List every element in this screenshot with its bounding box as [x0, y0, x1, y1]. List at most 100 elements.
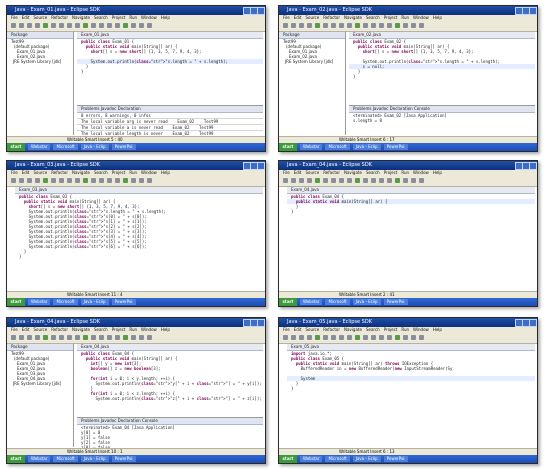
toolbar-icon[interactable] — [139, 178, 144, 183]
menu-item-refactor[interactable]: Refactor — [323, 327, 340, 332]
taskbar-button[interactable]: Webstar — [28, 299, 51, 305]
menu-item-run[interactable]: Run — [401, 170, 409, 175]
toolbar-icon[interactable] — [347, 335, 352, 340]
toolbar-icon[interactable] — [83, 178, 88, 183]
menu-item-project[interactable]: Project — [112, 170, 126, 175]
menu-item-refactor[interactable]: Refactor — [51, 327, 68, 332]
toolbar-icon[interactable] — [75, 178, 80, 183]
menu-item-source[interactable]: Source — [305, 170, 319, 175]
menu-item-help[interactable]: Help — [433, 170, 442, 175]
toolbar-icon[interactable] — [139, 335, 144, 340]
toolbar-icon[interactable] — [59, 23, 64, 28]
taskbar-button[interactable]: Webstar — [300, 144, 323, 150]
menu-item-search[interactable]: Search — [94, 170, 108, 175]
toolbar-icon[interactable] — [379, 23, 384, 28]
taskbar-button[interactable]: Webstar — [300, 299, 323, 305]
toolbar-icon[interactable] — [99, 23, 104, 28]
toolbar-icon[interactable] — [323, 23, 328, 28]
taskbar-button[interactable]: PowerPoi — [111, 299, 136, 305]
toolbar-icon[interactable] — [67, 178, 72, 183]
package-explorer-tab[interactable]: Package — [279, 32, 345, 39]
menu-item-search[interactable]: Search — [366, 327, 380, 332]
taskbar-button[interactable]: Java - Eclip — [80, 144, 109, 150]
toolbar-icon[interactable] — [363, 178, 368, 183]
toolbar-icon[interactable] — [115, 335, 120, 340]
toolbar-icon[interactable] — [115, 23, 120, 28]
toolbar-icon[interactable] — [51, 178, 56, 183]
toolbar-icon[interactable] — [19, 23, 24, 28]
menu-item-edit[interactable]: Edit — [22, 15, 30, 20]
menu-item-edit[interactable]: Edit — [294, 327, 302, 332]
toolbar-icon[interactable] — [363, 23, 368, 28]
taskbar-button[interactable]: Java - Eclip — [352, 299, 381, 305]
toolbar-icon[interactable] — [411, 178, 416, 183]
taskbar-button[interactable]: Webstar — [28, 144, 51, 150]
taskbar-button[interactable]: Java - Eclip — [352, 144, 381, 150]
toolbar-icon[interactable] — [419, 335, 424, 340]
toolbar-icon[interactable] — [371, 335, 376, 340]
toolbar-icon[interactable] — [51, 23, 56, 28]
taskbar-button[interactable]: Microsoft — [53, 144, 78, 150]
toolbar-icon[interactable] — [107, 23, 112, 28]
taskbar-button[interactable]: Webstar — [28, 456, 51, 462]
toolbar-icon[interactable] — [371, 178, 376, 183]
toolbar-icon[interactable] — [283, 178, 288, 183]
toolbar-icon[interactable] — [83, 335, 88, 340]
toolbar-icon[interactable] — [91, 178, 96, 183]
menu-item-file[interactable]: File — [11, 15, 18, 20]
menu-item-refactor[interactable]: Refactor — [51, 170, 68, 175]
menu-item-edit[interactable]: Edit — [294, 170, 302, 175]
toolbar-icon[interactable] — [363, 335, 368, 340]
start-button[interactable]: start — [279, 298, 297, 306]
editor-tab[interactable]: Exam_04.java — [77, 344, 263, 351]
toolbar-icon[interactable] — [131, 178, 136, 183]
menu-item-run[interactable]: Run — [129, 170, 137, 175]
toolbar-icon[interactable] — [107, 335, 112, 340]
menu-item-run[interactable]: Run — [401, 15, 409, 20]
menu-item-window[interactable]: Window — [413, 170, 429, 175]
toolbar-icon[interactable] — [371, 23, 376, 28]
toolbar-icon[interactable] — [283, 23, 288, 28]
taskbar-button[interactable]: PowerPoi — [383, 144, 408, 150]
toolbar-icon[interactable] — [403, 23, 408, 28]
close-button[interactable] — [529, 319, 537, 327]
toolbar-icon[interactable] — [315, 178, 320, 183]
start-button[interactable]: start — [7, 455, 25, 463]
toolbar-icon[interactable] — [403, 178, 408, 183]
package-explorer-tab[interactable]: Package — [7, 344, 73, 351]
toolbar-icon[interactable] — [43, 178, 48, 183]
toolbar-icon[interactable] — [307, 23, 312, 28]
menu-item-refactor[interactable]: Refactor — [323, 170, 340, 175]
menu-item-help[interactable]: Help — [433, 15, 442, 20]
menu-item-search[interactable]: Search — [366, 15, 380, 20]
toolbar-icon[interactable] — [19, 178, 24, 183]
menu-item-file[interactable]: File — [283, 327, 290, 332]
toolbar-icon[interactable] — [35, 178, 40, 183]
menu-item-help[interactable]: Help — [433, 327, 442, 332]
menu-item-help[interactable]: Help — [161, 170, 170, 175]
toolbar-icon[interactable] — [339, 23, 344, 28]
close-button[interactable] — [257, 319, 265, 327]
toolbar-icon[interactable] — [387, 335, 392, 340]
code-editor[interactable]: Exam_04.java public class Exam_04 { publi… — [287, 187, 535, 290]
editor-tab[interactable]: Exam_03.java — [15, 187, 263, 194]
menu-item-edit[interactable]: Edit — [294, 15, 302, 20]
toolbar-icon[interactable] — [19, 335, 24, 340]
menu-item-edit[interactable]: Edit — [22, 327, 30, 332]
close-button[interactable] — [257, 162, 265, 170]
toolbar-icon[interactable] — [315, 23, 320, 28]
toolbar-icon[interactable] — [107, 178, 112, 183]
menu-item-window[interactable]: Window — [141, 15, 157, 20]
taskbar-button[interactable]: PowerPoi — [111, 456, 136, 462]
menu-item-navigate[interactable]: Navigate — [72, 170, 90, 175]
toolbar-icon[interactable] — [339, 178, 344, 183]
start-button[interactable]: start — [279, 143, 297, 151]
toolbar-icon[interactable] — [411, 23, 416, 28]
taskbar-button[interactable]: Java - Eclip — [352, 456, 381, 462]
toolbar-icon[interactable] — [355, 23, 360, 28]
toolbar-icon[interactable] — [299, 335, 304, 340]
menu-item-search[interactable]: Search — [94, 15, 108, 20]
menu-item-file[interactable]: File — [11, 170, 18, 175]
editor-tab[interactable]: Exam_01.java — [77, 32, 263, 39]
taskbar-button[interactable]: Microsoft — [53, 456, 78, 462]
